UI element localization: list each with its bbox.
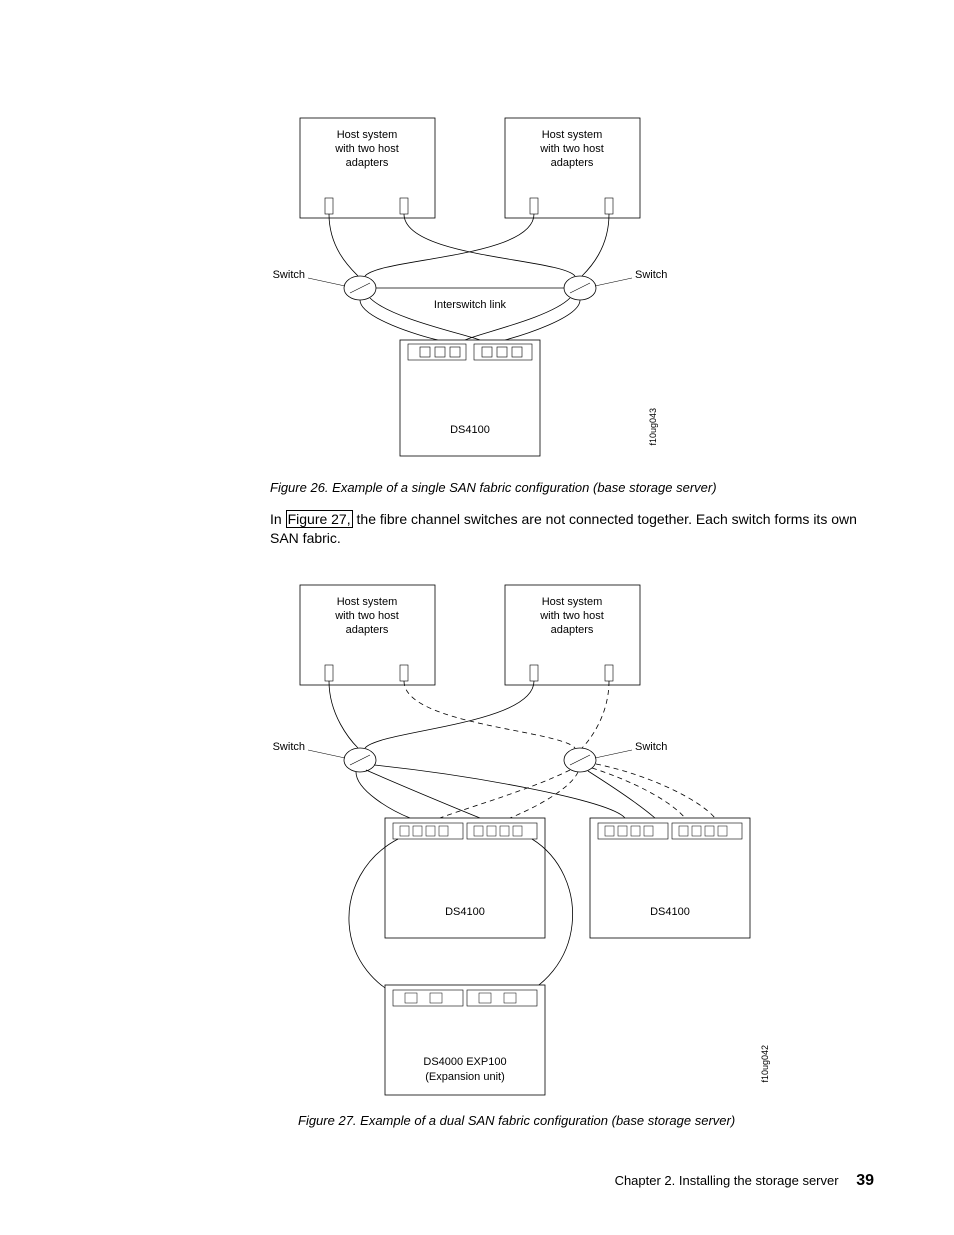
fig26-switch-left: Switch <box>273 269 305 281</box>
fig27-host1-l2: with two host <box>334 610 399 622</box>
fig26-ds4100: DS4100 <box>450 424 490 436</box>
fig27-host1-l3: adapters <box>346 624 389 636</box>
figure26-caption: Figure 26. Example of a single SAN fabri… <box>270 480 717 495</box>
figure27-link[interactable]: Figure 27, <box>286 510 353 528</box>
paragraph: In Figure 27, the fibre channel switches… <box>270 510 885 548</box>
fig26-interswitch: Interswitch link <box>434 299 507 311</box>
fig27-ds4100a: DS4100 <box>445 906 485 918</box>
footer-chapter: Chapter 2. Installing the storage server <box>615 1173 839 1188</box>
figure26-svg: Host system with two host adapters Host … <box>270 108 670 468</box>
fig27-exp-l2: (Expansion unit) <box>425 1071 505 1083</box>
fig27-exp-l1: DS4000 EXP100 <box>423 1056 506 1068</box>
fig27-switch-right: Switch <box>635 741 667 753</box>
para-p1: In <box>270 511 286 527</box>
fig26-host2-l1: Host system <box>542 129 603 141</box>
fig27-host2-l2: with two host <box>539 610 604 622</box>
fig27-host2-l1: Host system <box>542 596 603 608</box>
fig26-host1-l1: Host system <box>337 129 398 141</box>
footer-page: 39 <box>856 1172 874 1189</box>
fig27-host1-l1: Host system <box>337 596 398 608</box>
footer: Chapter 2. Installing the storage server… <box>615 1172 874 1190</box>
figure27-caption: Figure 27. Example of a dual SAN fabric … <box>298 1113 735 1128</box>
fig27-host2-l3: adapters <box>551 624 594 636</box>
fig27-imgid: f10ug042 <box>760 1045 770 1083</box>
fig26-host2-l2: with two host <box>539 143 604 155</box>
page: Host system with two host adapters Host … <box>0 0 954 1235</box>
fig26-switch-right: Switch <box>635 269 667 281</box>
para-p2: the fibre channel switches are not conne… <box>270 511 857 546</box>
figure27: Host system with two host adapters Host … <box>270 575 780 1105</box>
fig27-switch-left: Switch <box>273 741 305 753</box>
fig27-ds4100b: DS4100 <box>650 906 690 918</box>
figure26: Host system with two host adapters Host … <box>270 108 670 468</box>
fig26-host2-l3: adapters <box>551 157 594 169</box>
figure27-svg: Host system with two host adapters Host … <box>270 575 780 1105</box>
fig26-imgid: f10ug043 <box>648 408 658 446</box>
fig26-host1-l2: with two host <box>334 143 399 155</box>
fig26-host1-l3: adapters <box>346 157 389 169</box>
